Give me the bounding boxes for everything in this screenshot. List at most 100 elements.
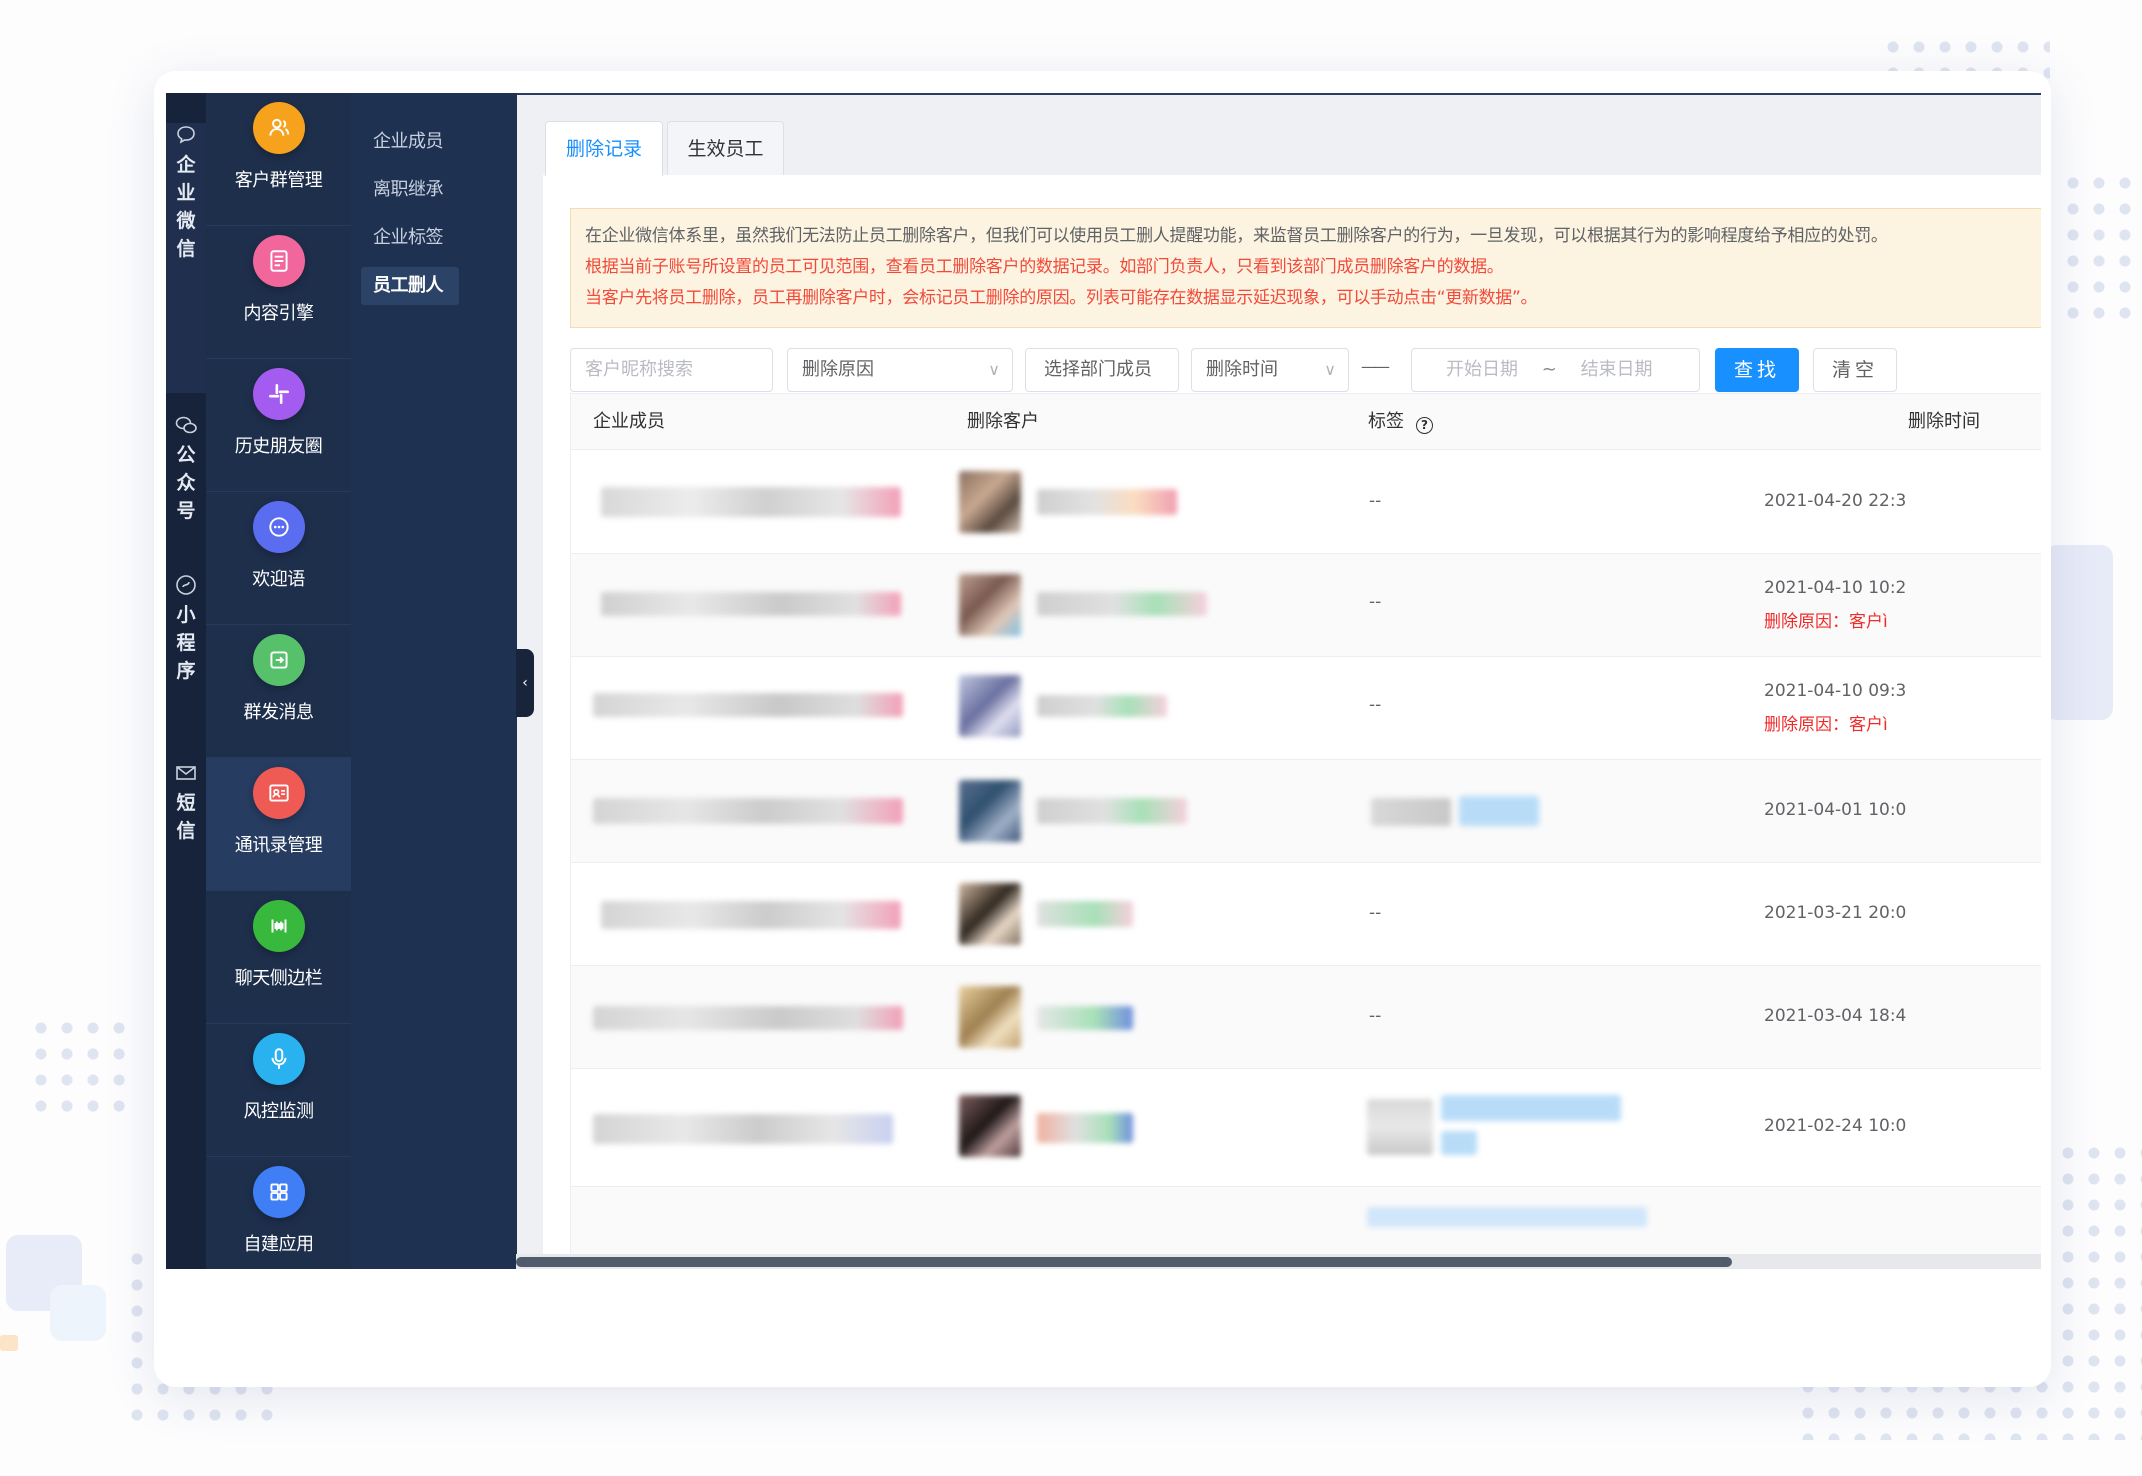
delete-time-cell: 2021-02-24 10:0: [1764, 1116, 1907, 1136]
wechat-icon: [174, 413, 198, 437]
range-separator: ——: [1361, 357, 1390, 376]
notice-line-2: 根据当前子账号所设置的员工可见范围，查看员工删除客户的数据记录。如部门负责人，只…: [585, 257, 1504, 277]
mail-icon: [174, 761, 198, 785]
avatar: [959, 780, 1021, 842]
notice-line-3: 当客户先将员工删除，员工再删除客户时，会标记员工删除的原因。列表可能存在数据显示…: [585, 288, 1538, 308]
module-moments-history[interactable]: 历史朋友圈: [206, 359, 351, 492]
window-edge: [2041, 93, 2044, 1269]
scrollbar-thumb[interactable]: [516, 1257, 1732, 1267]
module-risk-monitor[interactable]: 风控监测: [206, 1024, 351, 1157]
member-name-redacted: [593, 1114, 893, 1144]
table-row: -- 2021-03-21 20:0: [571, 863, 2044, 966]
delete-time-cell: 2021-03-21 20:0: [1764, 903, 1907, 923]
tab-delete-records[interactable]: 删除记录: [545, 121, 663, 176]
grid-icon: [252, 1166, 305, 1218]
sidebar-icon: [252, 900, 305, 952]
mini-program-icon: [174, 573, 198, 597]
table-row: 2021-04-01 10:0: [571, 760, 2044, 863]
rail-item-wework[interactable]: 企业微信: [166, 123, 206, 393]
col-tag: 标签?: [1368, 394, 1433, 450]
customer-name-redacted: [1037, 489, 1177, 515]
member-name-redacted: [593, 1006, 903, 1030]
delete-time-select[interactable]: 删除时间 ∨: [1191, 348, 1349, 392]
module-nav: 客户群管理 内容引擎 历史朋友圈 欢迎语 群发消息 通讯录管理 聊天侧边栏 风控…: [206, 93, 351, 1269]
horizontal-scrollbar[interactable]: [516, 1254, 2044, 1269]
tag-cell: --: [1369, 491, 1382, 511]
table-row: -- 2021-03-04 18:4: [571, 966, 2044, 1069]
broadcast-icon: [252, 634, 305, 686]
clear-button[interactable]: 清空: [1813, 348, 1897, 392]
member-name-redacted: [601, 592, 901, 616]
submenu-item-tags[interactable]: 企业标签: [361, 219, 459, 257]
rail-item-official-account[interactable]: 公众号: [166, 413, 206, 553]
avatar: [959, 986, 1021, 1048]
customer-name-redacted: [1037, 1113, 1133, 1143]
delete-time-cell: 2021-03-04 18:4: [1764, 1006, 1907, 1026]
chat-bubble-icon: [174, 123, 198, 147]
tab-active-staff[interactable]: 生效员工: [667, 121, 784, 176]
customer-name-redacted: [1037, 798, 1187, 824]
member-name-redacted: [601, 487, 901, 517]
delete-time-cell: 2021-04-10 09:3: [1764, 681, 1907, 701]
customer-name-redacted: [1037, 901, 1133, 927]
content-icon: [252, 235, 305, 287]
select-department-button[interactable]: 选择部门成员: [1025, 348, 1179, 392]
col-delete-time: 删除时间: [1908, 411, 1980, 432]
search-button[interactable]: 查找: [1715, 348, 1799, 392]
platform-rail: 企业微信 公众号 小程序 短信: [166, 93, 206, 1269]
chevron-left-icon: ‹: [522, 675, 528, 691]
notice-box: 在企业微信体系里，虽然我们无法防止员工删除客户，但我们可以使用员工删人提醒功能，…: [570, 208, 2044, 328]
module-broadcast[interactable]: 群发消息: [206, 625, 351, 758]
delete-reason-select[interactable]: 删除原因 ∨: [787, 348, 1013, 392]
module-contacts[interactable]: 通讯录管理: [206, 758, 351, 891]
tag-redacted: [1441, 1131, 1477, 1155]
collapse-toggle[interactable]: ‹: [516, 649, 534, 717]
module-customer-group[interactable]: 客户群管理: [206, 93, 351, 226]
col-member: 企业成员: [593, 411, 665, 432]
module-welcome-message[interactable]: 欢迎语: [206, 492, 351, 625]
microphone-icon: [252, 1033, 305, 1085]
delete-time-cell: 2021-04-20 22:3: [1764, 491, 1907, 511]
notice-line-1: 在企业微信体系里，虽然我们无法防止员工删除客户，但我们可以使用员工删人提醒功能，…: [585, 226, 1888, 246]
decor-square-orange: [0, 1335, 18, 1351]
decor-square-right: [2045, 545, 2113, 720]
table-row: 2021-02-24 10:0: [571, 1069, 2044, 1187]
delete-time-cell: 2021-04-01 10:0: [1764, 800, 1907, 820]
table-row: -- 2021-04-10 10:2 删除原因：客户ì: [571, 554, 2044, 657]
tag-cell: --: [1369, 695, 1382, 715]
submenu-item-members[interactable]: 企业成员: [361, 123, 459, 161]
tag-cell: --: [1369, 903, 1382, 923]
customer-name-redacted: [1037, 695, 1167, 717]
module-custom-apps[interactable]: 自建应用: [206, 1157, 351, 1269]
date-range-picker[interactable]: 开始日期 ~ 结束日期: [1411, 348, 1700, 392]
table-row: -- 2021-04-20 22:3: [571, 451, 2044, 554]
col-customer: 删除客户: [967, 411, 1039, 432]
contacts-icon: [252, 767, 305, 819]
submenu-item-resigned[interactable]: 离职继承: [361, 171, 459, 209]
start-date-placeholder: 开始日期: [1446, 359, 1518, 380]
deletion-table: 企业成员 删除客户 标签? 删除时间 -- 2021-04-20 22:3 --…: [570, 393, 2044, 1269]
module-chat-sidebar[interactable]: 聊天侧边栏: [206, 891, 351, 1024]
customer-search-input[interactable]: 客户昵称搜索: [570, 348, 773, 392]
help-icon[interactable]: ?: [1416, 417, 1433, 434]
module-content-engine[interactable]: 内容引擎: [206, 226, 351, 359]
delete-reason-cell: 删除原因：客户ì: [1764, 612, 1888, 632]
avatar: [959, 883, 1021, 945]
member-name-redacted: [593, 693, 903, 717]
tag-redacted: [1371, 798, 1451, 826]
app-window: 企业微信 公众号 小程序 短信 客户群管理 内容引擎 历史朋友圈 欢迎语 群发消…: [166, 93, 2044, 1269]
user-group-icon: [252, 102, 305, 154]
member-name-redacted: [601, 901, 901, 929]
submenu-item-deletions[interactable]: 员工删人: [361, 267, 459, 305]
table-header: 企业成员 删除客户 标签? 删除时间: [571, 394, 2044, 450]
rail-item-mini-program[interactable]: 小程序: [166, 573, 206, 713]
customer-name-redacted: [1037, 592, 1207, 616]
rail-item-sms[interactable]: 短信: [166, 761, 206, 881]
main-content: 删除记录 生效员工 在企业微信体系里，虽然我们无法防止员工删除客户，但我们可以使…: [517, 93, 2044, 1269]
avatar: [959, 1095, 1021, 1157]
welcome-icon: [252, 501, 305, 553]
tag-cell: --: [1369, 592, 1382, 612]
delete-reason-cell: 删除原因：客户ì: [1764, 715, 1888, 735]
decor-dots-left: [28, 1015, 138, 1125]
member-name-redacted: [593, 798, 903, 824]
